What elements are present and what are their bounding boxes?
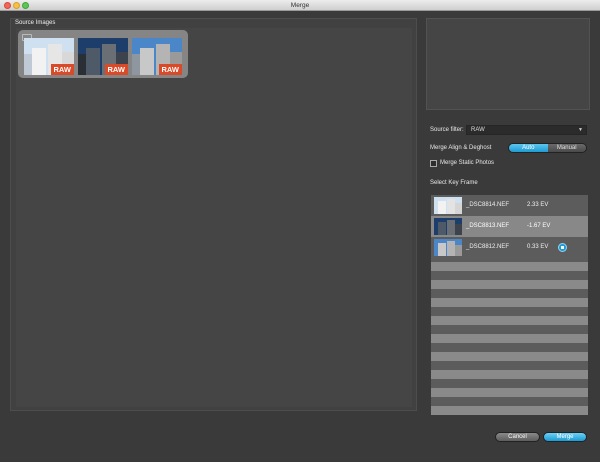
list-stripe bbox=[431, 316, 588, 325]
source-images-area[interactable]: RAW RAW RAW bbox=[16, 28, 412, 407]
key-frame-label: Select Key Frame bbox=[430, 180, 478, 186]
list-stripe bbox=[431, 370, 588, 379]
key-frame-filename: _DSC8812.NEF bbox=[466, 244, 510, 250]
key-frame-filename: _DSC8813.NEF bbox=[466, 223, 510, 229]
photo-icon bbox=[434, 239, 462, 256]
key-frame-filename: _DSC8814.NEF bbox=[466, 202, 510, 208]
key-frame-row[interactable]: _DSC8814.NEF 2.33 EV bbox=[431, 195, 588, 216]
list-stripe bbox=[431, 406, 588, 415]
merge-static-label[interactable]: Merge Static Photos bbox=[440, 160, 494, 166]
key-frame-ev: 0.33 EV bbox=[527, 244, 549, 250]
merge-static-checkbox[interactable] bbox=[430, 160, 437, 167]
align-deghost-toggle[interactable]: Auto Manual bbox=[508, 143, 587, 153]
photo-icon bbox=[434, 197, 462, 214]
list-stripe bbox=[431, 352, 588, 361]
list-stripe bbox=[431, 262, 588, 271]
key-frame-list[interactable]: _DSC8814.NEF 2.33 EV _DSC8813.NEF -1.67 … bbox=[431, 195, 588, 415]
raw-badge: RAW bbox=[104, 64, 128, 75]
raw-badge: RAW bbox=[50, 64, 74, 75]
list-stripe bbox=[431, 334, 588, 343]
source-filter-label: Source filter: bbox=[430, 127, 464, 133]
window-title: Merge bbox=[290, 2, 310, 9]
source-images-panel: Source Images RAW RAW RAW bbox=[10, 18, 417, 411]
source-thumbnail[interactable]: RAW bbox=[132, 38, 182, 75]
source-filter-select[interactable]: RAW ▼ bbox=[466, 125, 587, 135]
source-filter-value: RAW bbox=[471, 127, 485, 133]
cancel-button[interactable]: Cancel bbox=[495, 432, 540, 442]
source-images-label: Source Images bbox=[15, 20, 56, 26]
merge-button[interactable]: Merge bbox=[543, 432, 587, 442]
list-stripe bbox=[431, 298, 588, 307]
align-auto-option[interactable]: Auto bbox=[509, 144, 548, 152]
title-bar: Merge bbox=[0, 0, 600, 11]
merge-preview bbox=[426, 18, 590, 110]
key-frame-icon[interactable] bbox=[558, 243, 567, 252]
chevron-down-icon: ▼ bbox=[578, 127, 583, 133]
source-thumbnail-group[interactable]: RAW RAW RAW bbox=[18, 30, 188, 78]
key-frame-ev: -1.67 EV bbox=[527, 223, 551, 229]
key-frame-row[interactable]: _DSC8813.NEF -1.67 EV bbox=[431, 216, 588, 237]
key-frame-ev: 2.33 EV bbox=[527, 202, 549, 208]
align-manual-option[interactable]: Manual bbox=[547, 144, 586, 152]
source-thumbnail[interactable]: RAW bbox=[78, 38, 128, 75]
source-thumbnail[interactable]: RAW bbox=[24, 38, 74, 75]
list-stripe bbox=[431, 388, 588, 397]
list-stripe bbox=[431, 280, 588, 289]
photo-icon bbox=[434, 218, 462, 235]
align-deghost-label: Merge Align & Deghost bbox=[430, 145, 492, 151]
raw-badge: RAW bbox=[158, 64, 182, 75]
key-frame-row[interactable]: _DSC8812.NEF 0.33 EV bbox=[431, 237, 588, 258]
